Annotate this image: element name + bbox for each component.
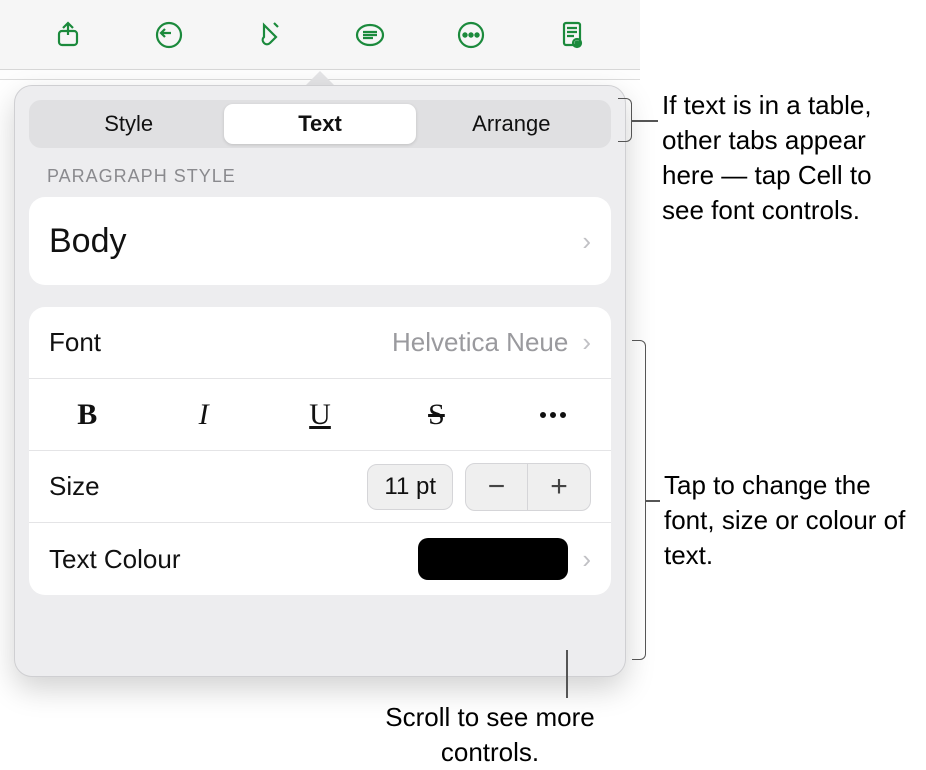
callout-bracket-tabs [618, 98, 632, 142]
text-colour-row[interactable]: Text Colour › [29, 523, 611, 595]
size-decrease-button[interactable]: − [466, 464, 528, 510]
size-increase-button[interactable]: + [528, 464, 590, 510]
font-value: Helvetica Neue [392, 327, 568, 358]
callout-font: Tap to change the font, size or colour o… [664, 468, 914, 573]
font-row[interactable]: Font Helvetica Neue › [29, 307, 611, 379]
share-icon[interactable] [48, 15, 88, 55]
size-value[interactable]: 11 pt [367, 464, 453, 510]
italic-button[interactable]: I [145, 379, 261, 450]
tab-style[interactable]: Style [33, 104, 224, 144]
paragraph-style-card: Body › [29, 197, 611, 285]
callout-line [646, 500, 660, 502]
callout-tabs: If text is in a table, other tabs appear… [662, 88, 914, 228]
font-label: Font [49, 327, 101, 358]
undo-icon[interactable] [149, 15, 189, 55]
callout-scroll: Scroll to see more controls. [370, 700, 610, 770]
text-colour-swatch[interactable] [418, 538, 568, 580]
text-style-row: B I U S [29, 379, 611, 451]
paragraph-style-value: Body [49, 222, 127, 261]
chevron-right-icon: › [582, 327, 591, 358]
format-brush-icon[interactable] [250, 15, 290, 55]
paragraph-style-heading: Paragraph Style [47, 166, 611, 187]
more-text-options-button[interactable] [495, 379, 611, 450]
tab-bar: Style Text Arrange [29, 100, 611, 148]
main-toolbar [0, 0, 640, 70]
size-stepper: − + [465, 463, 591, 511]
size-label: Size [49, 471, 100, 502]
font-card: Font Helvetica Neue › B I U S Size 11 pt… [29, 307, 611, 595]
strikethrough-button[interactable]: S [378, 379, 494, 450]
callout-bracket-font [632, 340, 646, 660]
callout-line [632, 120, 658, 122]
more-icon[interactable] [451, 15, 491, 55]
format-popover: Style Text Arrange Paragraph Style Body … [14, 85, 626, 677]
chevron-right-icon: › [582, 544, 591, 575]
callout-line [566, 650, 568, 698]
text-colour-label: Text Colour [49, 544, 181, 575]
size-row: Size 11 pt − + [29, 451, 611, 523]
paragraph-style-row[interactable]: Body › [29, 197, 611, 285]
chevron-right-icon: › [582, 226, 591, 257]
document-view-icon[interactable] [552, 15, 592, 55]
scroll-fade [15, 646, 625, 676]
tab-arrange[interactable]: Arrange [416, 104, 607, 144]
tab-text[interactable]: Text [224, 104, 415, 144]
bold-button[interactable]: B [29, 379, 145, 450]
insert-icon[interactable] [350, 15, 390, 55]
underline-button[interactable]: U [262, 379, 378, 450]
